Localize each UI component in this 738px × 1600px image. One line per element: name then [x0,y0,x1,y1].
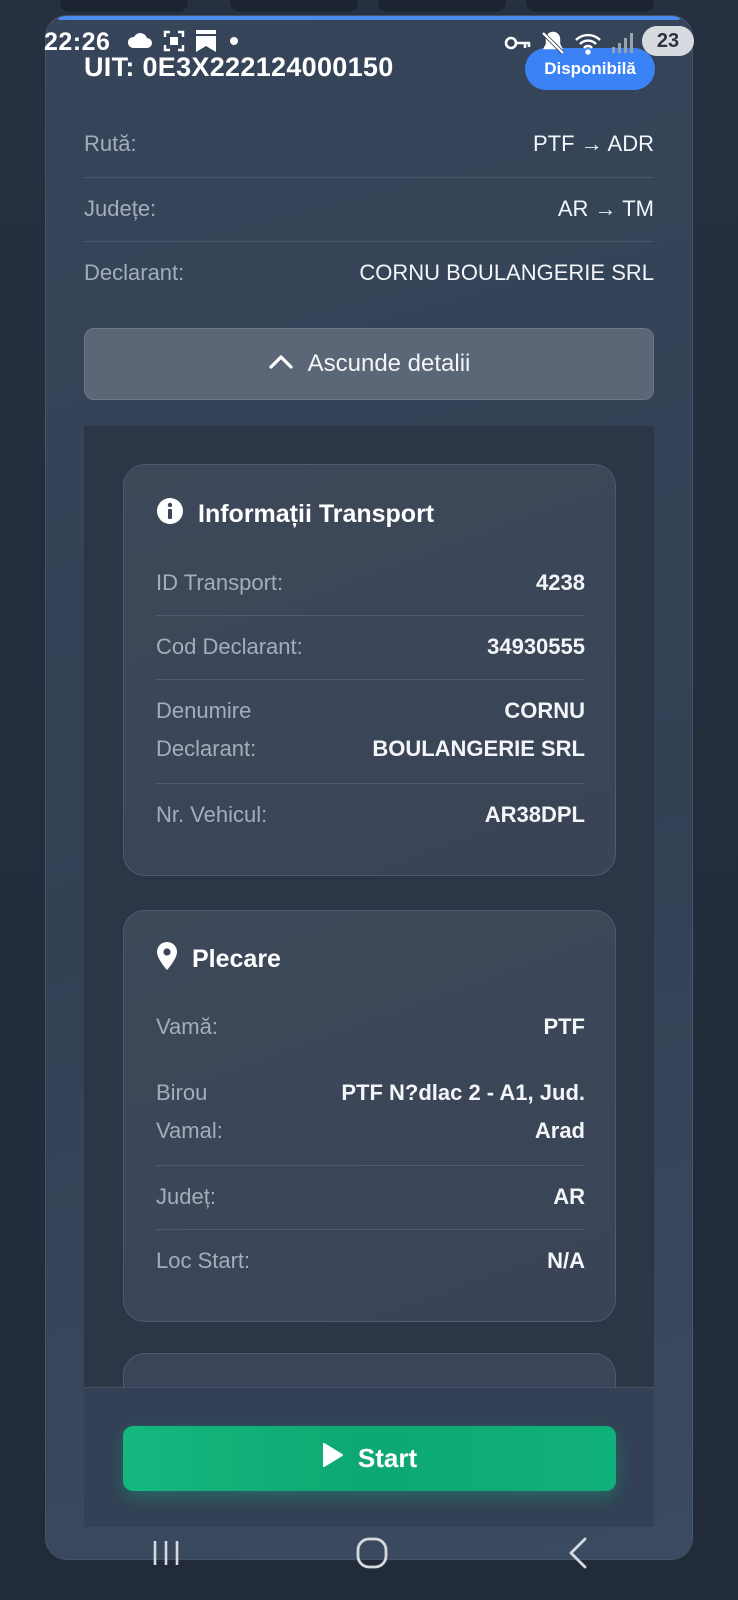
chevron-up-icon [268,350,294,378]
background-tab [378,0,506,12]
bookmark-icon [194,28,218,59]
recent-apps-icon [150,1538,182,1573]
declarant-name-value: BOULANGERIE SRL [372,736,585,761]
signal-icon [610,32,634,59]
route-value: PTF → ADR [532,131,654,156]
county-row: Județ: AR [156,1165,585,1229]
background-tab [60,0,188,12]
vehicle-value: AR38DPL [484,802,585,827]
battery-indicator: 23 [642,26,694,56]
declarant-code-row: Cod Declarant: 34930555 [156,615,585,679]
key-icon [504,33,532,58]
customs-office-label: Birou [156,1080,208,1105]
customs-office-row: Birou Vamal: PTF N?dlac 2 - A1, Jud. Ara… [156,1061,585,1163]
background-tab [526,0,654,12]
county-label: Județ: [156,1184,216,1209]
departure-title: Plecare [192,945,281,973]
counties-label: Județe: [84,196,157,221]
hide-details-button[interactable]: Ascunde detalii [84,328,654,400]
app-screen: 22:26 23 UIT: 0E3X222124000150 Disponibi… [0,0,738,1600]
customs-office-value: PTF N?dlac 2 - A1, Jud. [341,1080,585,1105]
declarant-label: Declarant: [84,260,185,285]
transport-info-panel: Informații Transport ID Transport: 4238 … [123,464,616,876]
transport-info-title: Informații Transport [198,500,435,528]
declarant-value: CORNU BOULANGERIE SRL [359,260,654,285]
mute-icon [540,30,566,61]
customs-office-value: Arad [534,1118,585,1143]
declarant-code-value: 34930555 [487,634,585,659]
declarant-name-value: CORNU [504,698,585,723]
start-label: Start [357,1443,418,1473]
counties-value: AR → TM [557,196,654,221]
start-location-value: N/A [547,1248,585,1273]
start-button[interactable]: Start [123,1426,616,1491]
departure-panel: Plecare Vamă: PTF Birou Vamal: PTF N?dla… [123,910,616,1322]
dot-icon [226,33,242,54]
customs-value: PTF [543,1014,585,1039]
transport-id-label: ID Transport: [156,570,284,595]
status-bar: 22:26 23 [0,22,738,62]
cloud-icon [126,30,154,57]
county-value: AR [553,1184,585,1209]
back-icon [565,1536,591,1575]
back-button[interactable] [548,1530,608,1580]
declarant-code-label: Cod Declarant: [156,634,303,659]
play-icon [322,1442,344,1475]
wifi-icon [574,31,602,60]
system-nav-bar [0,1530,738,1580]
vehicle-row: Nr. Vehicul: AR38DPL [156,783,585,847]
hide-details-label: Ascunde detalii [307,350,471,377]
card-accent-line [58,16,680,20]
counties-row: Județe: AR → TM [84,177,654,241]
transport-id-value: 4238 [536,570,585,595]
customs-label: Vamă: [156,1014,218,1039]
status-time: 22:26 [44,28,111,56]
vehicle-label: Nr. Vehicul: [156,802,268,827]
declarant-name-row: Denumire Declarant: CORNU BOULANGERIE SR… [156,679,585,781]
transport-info-heading: Informații Transport [156,497,434,532]
declarant-row: Declarant: CORNU BOULANGERIE SRL [84,241,654,305]
screenshot-icon [162,29,186,58]
home-button[interactable] [342,1530,402,1580]
transport-id-row: ID Transport: 4238 [156,551,585,615]
home-icon [355,1536,389,1575]
location-pin-icon [156,941,178,978]
background-tab [230,0,358,12]
declarant-name-label: Denumire [156,698,252,723]
customs-row: Vamă: PTF [156,995,585,1059]
start-location-row: Loc Start: N/A [156,1229,585,1293]
recent-apps-button[interactable] [136,1530,196,1580]
route-label: Rută: [84,131,137,156]
info-icon [156,497,184,532]
start-location-label: Loc Start: [156,1248,251,1273]
route-row: Rută: PTF → ADR [84,112,654,176]
customs-office-label: Vamal: [156,1118,223,1143]
declarant-name-label: Declarant: [156,736,257,761]
departure-heading: Plecare [156,941,281,978]
